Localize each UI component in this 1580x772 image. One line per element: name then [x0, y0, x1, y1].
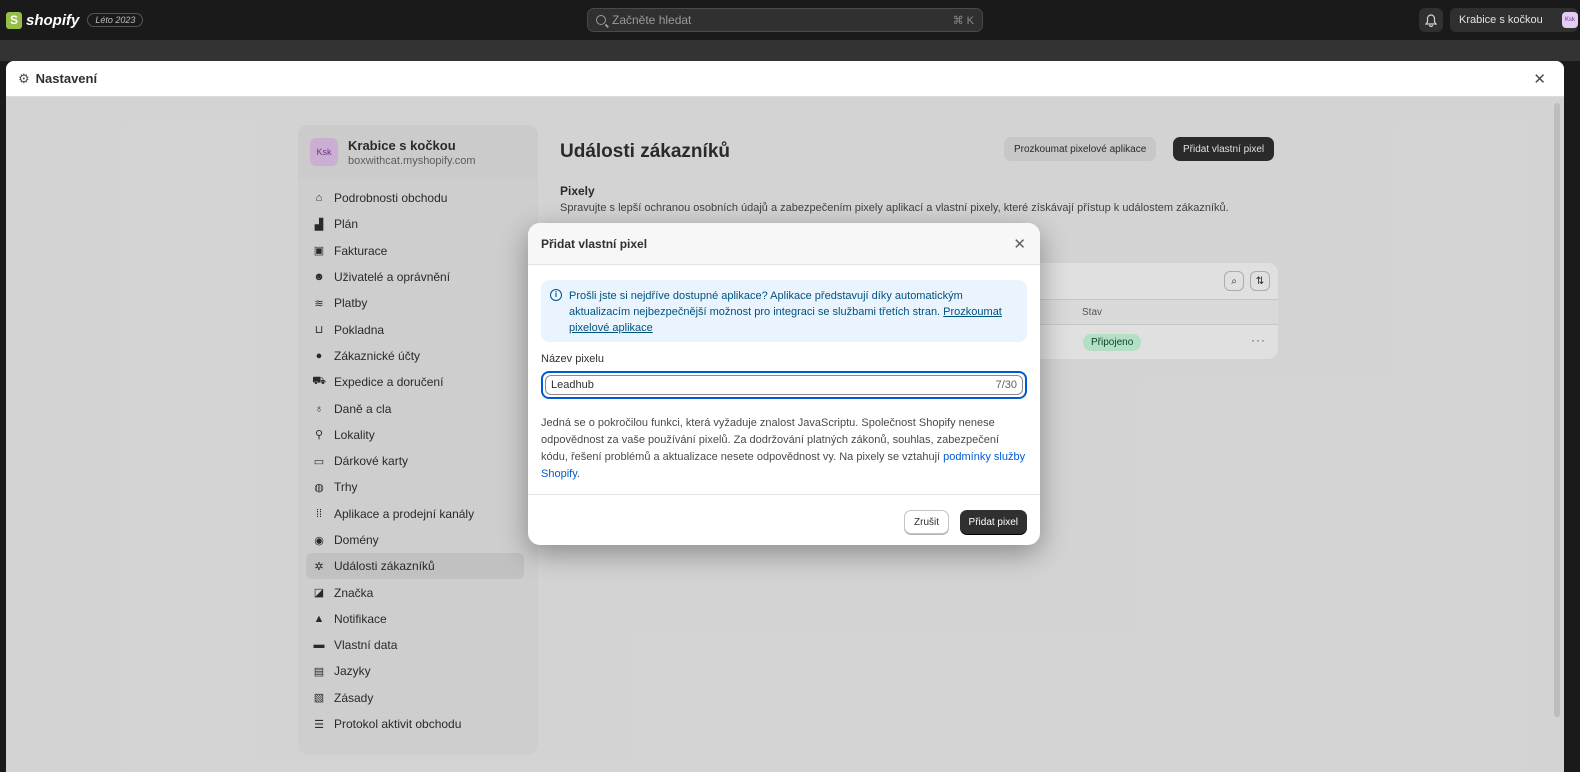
logo-text: shopify: [26, 11, 80, 29]
store-avatar: Ksk: [1562, 12, 1578, 28]
search-placeholder: Začněte hledat: [612, 13, 692, 27]
search-input[interactable]: Začněte hledat ⌘ K: [587, 8, 983, 32]
close-icon[interactable]: ✕: [1533, 70, 1546, 88]
info-banner: i Prošli jste si nejdříve dostupné aplik…: [541, 280, 1027, 342]
modal-header: Přidat vlastní pixel ✕: [528, 223, 1040, 265]
modal-title: Přidat vlastní pixel: [541, 236, 648, 251]
shopify-bag-icon: S: [6, 11, 22, 29]
pixel-name-value: Leadhub: [551, 379, 594, 391]
pixel-name-input[interactable]: Leadhub 7/30: [541, 371, 1027, 399]
modal-footer: Zrušit Přidat pixel: [528, 494, 1040, 545]
info-icon: i: [550, 289, 562, 301]
search-icon: [596, 15, 606, 25]
settings-header: ⚙ Nastavení ✕: [6, 61, 1564, 97]
gear-icon: ⚙: [18, 70, 30, 86]
top-bar: S shopify Léto 2023 Začněte hledat ⌘ K K…: [0, 0, 1580, 40]
backdrop: [0, 40, 1580, 61]
bell-icon[interactable]: [1419, 8, 1443, 32]
edition-badge[interactable]: Léto 2023: [87, 13, 144, 27]
pixel-name-label: Název pixelu: [541, 353, 604, 365]
banner-text: Prošli jste si nejdříve dostupné aplikac…: [569, 290, 963, 318]
modal-description-text: Jedná se o pokročilou funkci, která vyža…: [541, 417, 1000, 463]
modal-description-end: .: [576, 468, 580, 480]
modal-description: Jedná se o pokročilou funkci, která vyža…: [541, 415, 1027, 483]
close-icon[interactable]: ✕: [1013, 235, 1026, 253]
add-pixel-button[interactable]: Přidat pixel: [959, 510, 1027, 534]
character-count: 7/30: [995, 379, 1017, 391]
add-pixel-modal: Přidat vlastní pixel ✕ i Prošli jste si …: [528, 223, 1040, 545]
cancel-button[interactable]: Zrušit: [904, 510, 949, 534]
search-shortcut: ⌘ K: [952, 14, 974, 27]
shopify-logo[interactable]: S shopify Léto 2023: [6, 11, 144, 29]
store-menu-button[interactable]: Krabice s kočkou Ksk: [1450, 8, 1578, 32]
settings-title: Nastavení: [35, 71, 98, 86]
scrollbar[interactable]: [1554, 103, 1560, 717]
store-menu-label: Krabice s kočkou: [1459, 14, 1543, 26]
